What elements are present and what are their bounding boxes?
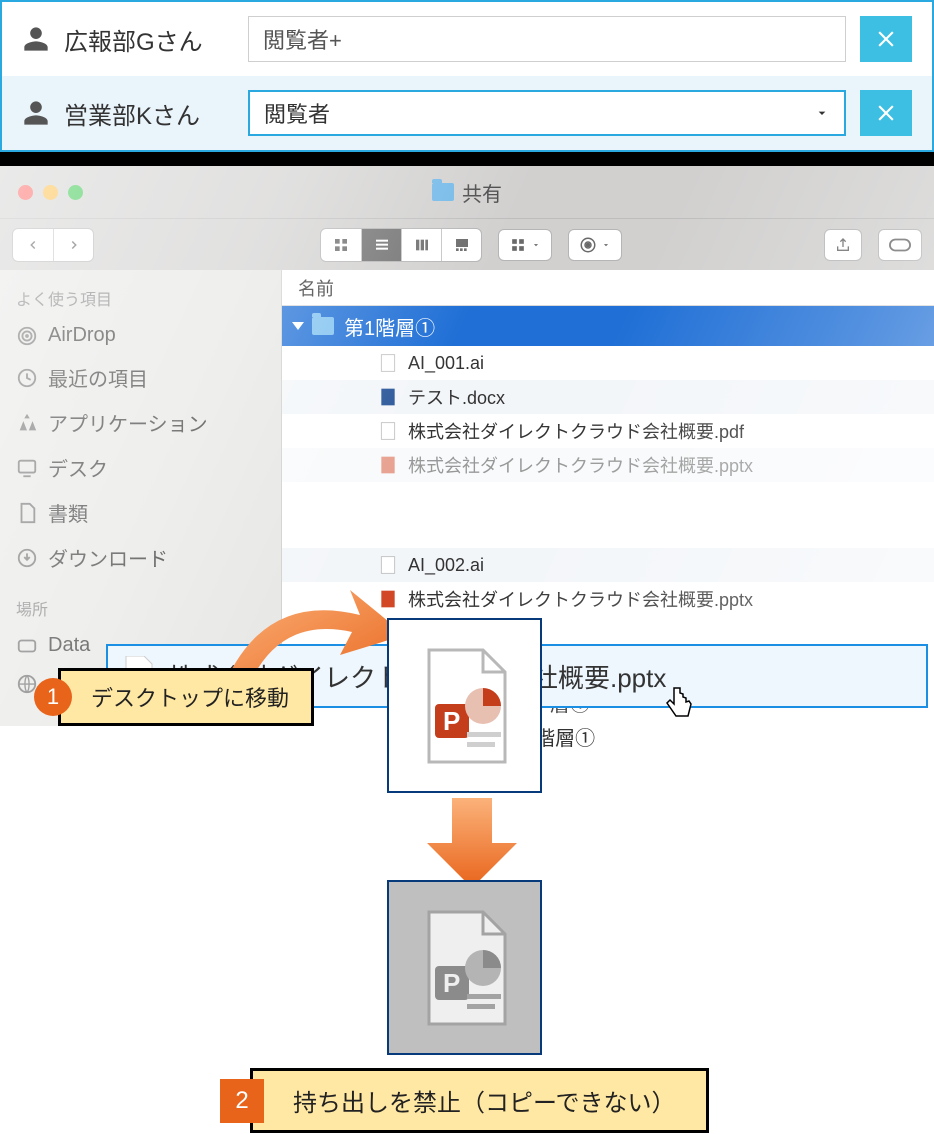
sidebar-item-applications[interactable]: アプリケーション (0, 400, 281, 445)
folder-row[interactable]: 第1階層① (282, 306, 934, 346)
window-titlebar: 共有 (0, 166, 934, 218)
downloads-icon (16, 547, 38, 569)
remove-button[interactable] (860, 90, 912, 136)
window-controls[interactable] (18, 185, 83, 200)
remove-button[interactable] (860, 16, 912, 62)
file-name: AI_002.ai (408, 555, 484, 576)
sidebar-item-label: ダウンロード (48, 543, 168, 572)
svg-text:P: P (443, 968, 460, 998)
file-name: 株式会社ダイレクトクラウド会社概要.pptx (408, 452, 753, 478)
permission-panel: 広報部Gさん 閲覧者+ 営業部Kさん 閲覧者 (0, 0, 934, 152)
file-row[interactable]: 株式会社ダイレクトクラウド会社概要.pdf (282, 414, 934, 448)
ai-file-icon (378, 353, 398, 373)
permission-row: 広報部Gさん 閲覧者+ (2, 2, 932, 76)
action-button[interactable] (568, 229, 622, 261)
file-row[interactable]: AI_001.ai (282, 346, 934, 380)
list-view-button[interactable] (361, 229, 401, 261)
pptx-file-icon (378, 455, 398, 475)
role-text: 閲覧者 (264, 97, 330, 129)
sidebar-item-label: Data (48, 634, 90, 657)
tags-button[interactable] (878, 229, 922, 261)
sidebar-item-downloads[interactable]: ダウンロード (0, 535, 281, 580)
pptx-large-icon: P (417, 908, 513, 1028)
window-title: 共有 (432, 178, 502, 207)
callout-text: 持ち出しを禁止（コピーできない） (250, 1068, 709, 1133)
file-name: 株式会社ダイレクトクラウド会社概要.pptx (408, 586, 753, 612)
desktop-icon (16, 457, 38, 479)
sidebar-heading: よく使う項目 (0, 280, 281, 316)
airdrop-icon (16, 325, 38, 347)
disclosure-triangle-icon[interactable] (292, 322, 304, 330)
folder-name: 第1階層① (344, 312, 435, 341)
sidebar-item-documents[interactable]: 書類 (0, 490, 281, 535)
documents-icon (16, 502, 38, 524)
minimize-window-icon[interactable] (43, 185, 58, 200)
pdf-file-icon (378, 421, 398, 441)
step-badge: 1 (34, 678, 72, 716)
apps-icon (16, 412, 38, 434)
callout-2: 2 持ち出しを禁止（コピーできない） (220, 1068, 709, 1133)
forward-button[interactable] (53, 229, 93, 261)
sidebar-item-airdrop[interactable]: AirDrop (0, 316, 281, 355)
docx-file-icon (378, 387, 398, 407)
gallery-view-button[interactable] (441, 229, 481, 261)
sidebar-item-label: AirDrop (48, 324, 116, 347)
person-icon (22, 99, 50, 127)
maximize-window-icon[interactable] (68, 185, 83, 200)
file-row[interactable]: テスト.docx (282, 380, 934, 414)
file-name: AI_001.ai (408, 353, 484, 374)
role-display: 閲覧者+ (248, 16, 846, 62)
sidebar-item-label: 最近の項目 (48, 363, 148, 392)
pptx-large-icon: P (417, 646, 513, 766)
ai-file-icon (378, 555, 398, 575)
step-badge: 2 (220, 1079, 264, 1123)
file-icon-card: P (387, 618, 542, 793)
permission-row: 営業部Kさん 閲覧者 (2, 76, 932, 150)
callout-1: 1 デスクトップに移動 (34, 668, 314, 726)
role-select[interactable]: 閲覧者 (248, 90, 846, 136)
chevron-down-icon (814, 105, 830, 121)
back-button[interactable] (13, 229, 53, 261)
person-icon (22, 25, 50, 53)
sidebar-item-label: デスク (48, 453, 108, 482)
divider (0, 152, 934, 166)
file-row[interactable]: 株式会社ダイレクトクラウド会社概要.pptx (282, 448, 934, 482)
clock-icon (16, 367, 38, 389)
file-name: 株式会社ダイレクトクラウド会社概要.pdf (408, 418, 744, 444)
sidebar-item-label: 書類 (48, 498, 88, 527)
folder-icon (432, 183, 454, 201)
nav-buttons (12, 228, 94, 262)
close-icon (873, 26, 899, 52)
file-icon-card-disabled: P (387, 880, 542, 1055)
role-text: 閲覧者+ (263, 23, 342, 55)
file-name: テスト.docx (408, 384, 505, 410)
arrow-down-icon (422, 798, 522, 888)
disk-icon (16, 635, 38, 657)
close-window-icon[interactable] (18, 185, 33, 200)
user-name: 営業部Kさん (64, 96, 234, 131)
column-view-button[interactable] (401, 229, 441, 261)
icon-view-button[interactable] (321, 229, 361, 261)
pointer-cursor-icon (664, 686, 694, 720)
title-text: 共有 (462, 178, 502, 207)
sidebar-item-recents[interactable]: 最近の項目 (0, 355, 281, 400)
column-header[interactable]: 名前 (282, 270, 934, 306)
file-row[interactable]: AI_002.ai (282, 548, 934, 582)
svg-text:P: P (443, 706, 460, 736)
group-by-button[interactable] (498, 229, 552, 261)
sidebar-item-desktop[interactable]: デスク (0, 445, 281, 490)
folder-icon (312, 317, 334, 335)
callout-text: デスクトップに移動 (58, 668, 314, 726)
view-mode-group (320, 228, 482, 262)
close-icon (873, 100, 899, 126)
finder-toolbar (0, 218, 934, 270)
user-name: 広報部Gさん (64, 22, 234, 57)
share-button[interactable] (824, 229, 862, 261)
sidebar-item-label: アプリケーション (48, 408, 208, 437)
